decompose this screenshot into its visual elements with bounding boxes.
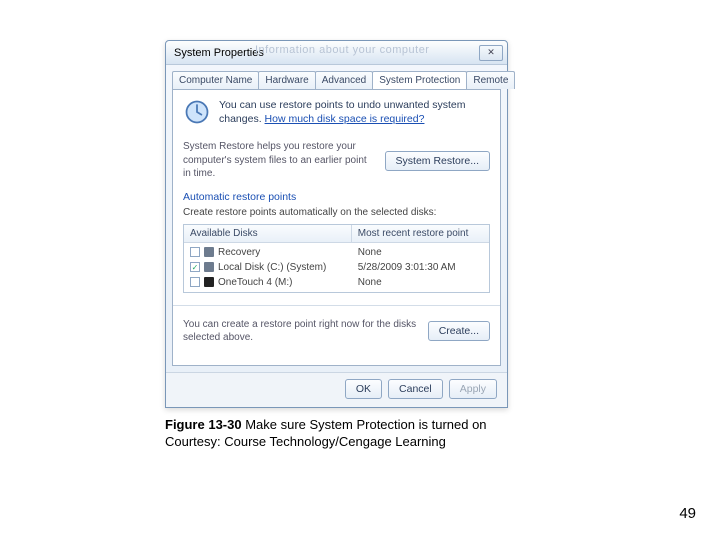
disks-table: Available Disks Most recent restore poin… — [183, 224, 490, 293]
table-row[interactable]: ✓ Local Disk (C:) (System) 5/28/2009 3:01:… — [184, 260, 489, 275]
restore-icon — [183, 98, 211, 126]
info-text: You can use restore points to undo unwan… — [219, 98, 490, 126]
table-row[interactable]: OneTouch 4 (M:) None — [184, 275, 489, 290]
disk-space-link[interactable]: How much disk space is required? — [265, 113, 425, 125]
close-button[interactable]: ✕ — [479, 45, 503, 61]
disks-table-header: Available Disks Most recent restore poin… — [184, 225, 489, 243]
tab-system-protection[interactable]: System Protection — [372, 71, 467, 89]
system-properties-dialog: System Properties Information about your… — [165, 40, 508, 408]
disk-name: OneTouch 4 (M:) — [218, 277, 292, 288]
table-row[interactable]: Recovery None — [184, 245, 489, 260]
disk-recent: None — [352, 275, 489, 290]
disk-recent: 5/28/2009 3:01:30 AM — [352, 260, 489, 275]
cancel-button[interactable]: Cancel — [388, 379, 443, 399]
titlebar-ghost-text: Information about your computer — [255, 44, 429, 56]
ok-button[interactable]: OK — [345, 379, 382, 399]
disk-recent: None — [352, 245, 489, 260]
drive-icon — [204, 262, 214, 272]
checkbox-icon[interactable] — [190, 277, 200, 287]
tab-advanced[interactable]: Advanced — [315, 71, 373, 89]
tab-strip: Computer Name Hardware Advanced System P… — [172, 71, 501, 89]
checkbox-icon[interactable] — [190, 247, 200, 257]
tab-panel-system-protection: You can use restore points to undo unwan… — [172, 89, 501, 366]
close-icon: ✕ — [487, 47, 495, 58]
system-restore-description: System Restore helps you restore your co… — [183, 140, 377, 181]
page-number: 49 — [679, 505, 696, 522]
figure-caption: Figure 13-30 Make sure System Protection… — [165, 416, 555, 451]
tab-hardware[interactable]: Hardware — [258, 71, 315, 89]
automatic-restore-heading: Automatic restore points — [183, 191, 490, 203]
tab-computer-name[interactable]: Computer Name — [172, 71, 259, 89]
disk-name: Recovery — [218, 247, 260, 258]
system-restore-button[interactable]: System Restore... — [385, 151, 490, 171]
col-available-disks: Available Disks — [184, 225, 352, 242]
create-restore-description: You can create a restore point right now… — [183, 318, 420, 345]
titlebar[interactable]: System Properties Information about your… — [166, 41, 507, 65]
apply-button[interactable]: Apply — [449, 379, 497, 399]
window-title: System Properties — [174, 47, 264, 59]
checkbox-icon[interactable]: ✓ — [190, 262, 200, 272]
create-button[interactable]: Create... — [428, 321, 490, 341]
drive-icon — [204, 277, 214, 287]
col-most-recent: Most recent restore point — [352, 225, 489, 242]
automatic-restore-subtext: Create restore points automatically on t… — [183, 207, 490, 218]
disk-name: Local Disk (C:) (System) — [218, 262, 326, 273]
separator — [173, 305, 500, 306]
drive-icon — [204, 247, 214, 257]
tab-remote[interactable]: Remote — [466, 71, 515, 89]
dialog-buttons: OK Cancel Apply — [166, 372, 507, 407]
